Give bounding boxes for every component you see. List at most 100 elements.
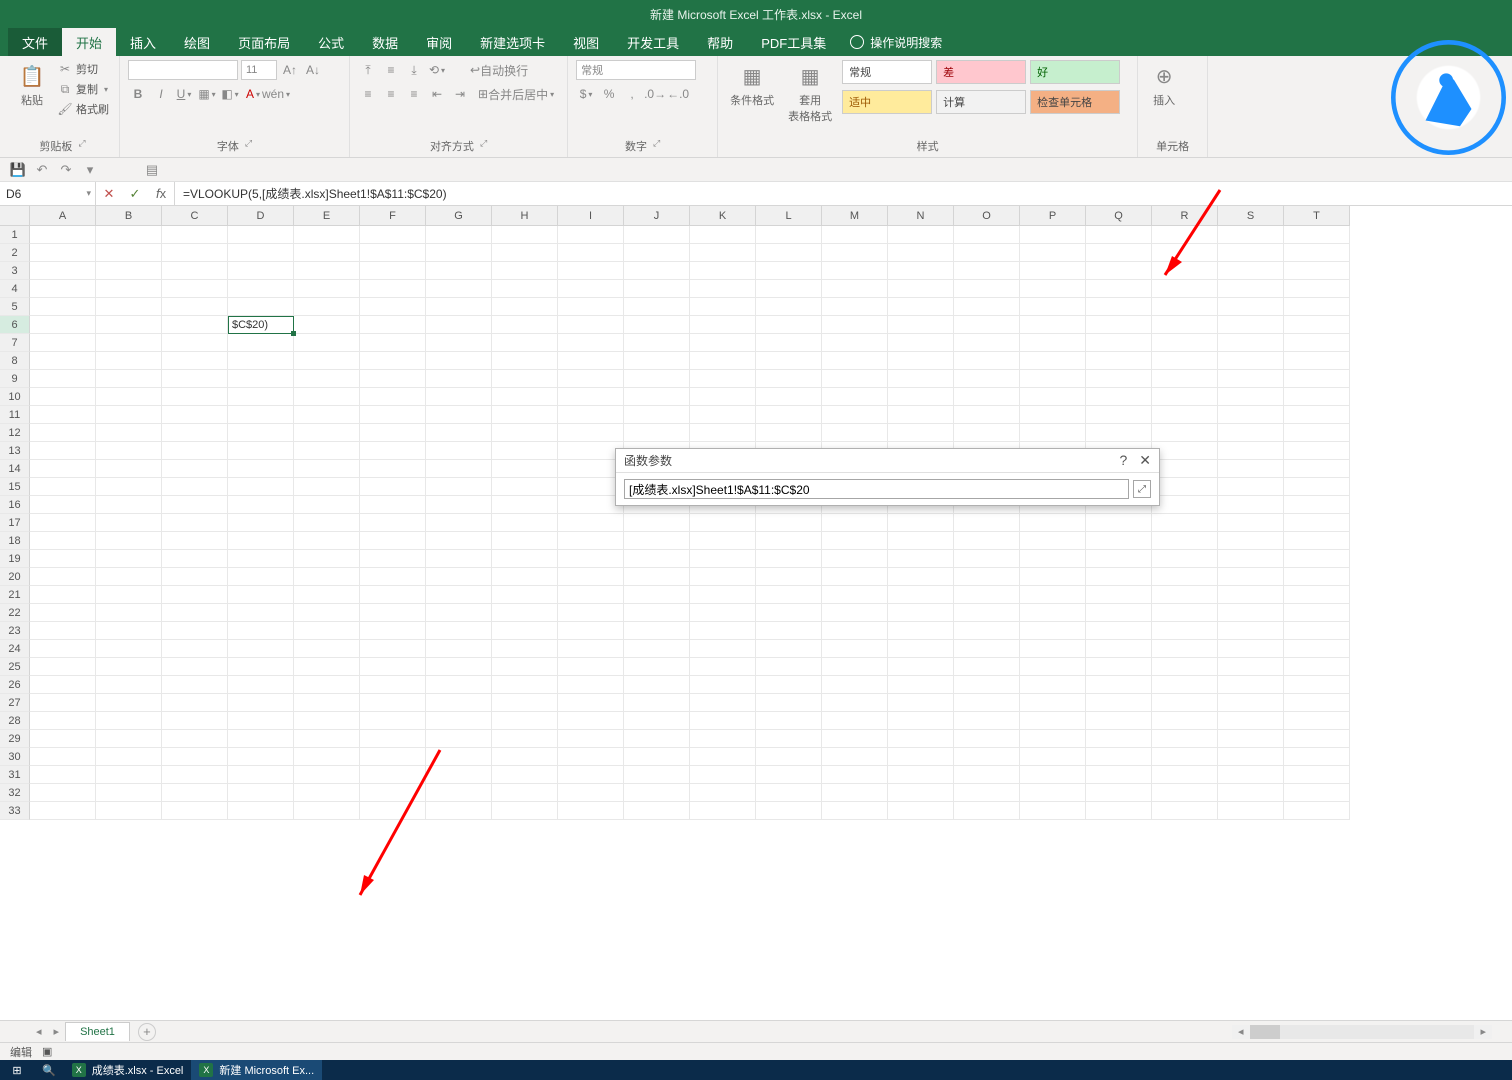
cell-J25[interactable] (624, 658, 690, 676)
cell-F25[interactable] (360, 658, 426, 676)
cell-S4[interactable] (1218, 280, 1284, 298)
row-header-31[interactable]: 31 (0, 766, 30, 784)
cell-E32[interactable] (294, 784, 360, 802)
insert-cells-button[interactable]: ⊕ 插入 (1146, 60, 1182, 110)
cell-L17[interactable] (756, 514, 822, 532)
cell-F4[interactable] (360, 280, 426, 298)
cell-J9[interactable] (624, 370, 690, 388)
cell-R31[interactable] (1152, 766, 1218, 784)
row-header-16[interactable]: 16 (0, 496, 30, 514)
cell-B33[interactable] (96, 802, 162, 820)
tab-review[interactable]: 审阅 (412, 28, 466, 56)
cell-Q19[interactable] (1086, 550, 1152, 568)
cell-H18[interactable] (492, 532, 558, 550)
cell-R15[interactable] (1152, 478, 1218, 496)
cell-C9[interactable] (162, 370, 228, 388)
cell-Q1[interactable] (1086, 226, 1152, 244)
cell-S1[interactable] (1218, 226, 1284, 244)
cell-G33[interactable] (426, 802, 492, 820)
cell-C6[interactable] (162, 316, 228, 334)
cell-Q12[interactable] (1086, 424, 1152, 442)
cell-G5[interactable] (426, 298, 492, 316)
cell-O7[interactable] (954, 334, 1020, 352)
cell-P4[interactable] (1020, 280, 1086, 298)
align-top-button[interactable]: ⤒ (358, 60, 378, 80)
cell-L7[interactable] (756, 334, 822, 352)
cell-K11[interactable] (690, 406, 756, 424)
cell-E27[interactable] (294, 694, 360, 712)
cell-S27[interactable] (1218, 694, 1284, 712)
cell-T18[interactable] (1284, 532, 1350, 550)
cell-R28[interactable] (1152, 712, 1218, 730)
decrease-indent-button[interactable]: ⇤ (427, 84, 447, 104)
italic-button[interactable]: I (151, 84, 171, 104)
align-right-button[interactable]: ≡ (404, 84, 424, 104)
cell-F27[interactable] (360, 694, 426, 712)
cell-E11[interactable] (294, 406, 360, 424)
cell-K9[interactable] (690, 370, 756, 388)
cell-I2[interactable] (558, 244, 624, 262)
cell-N11[interactable] (888, 406, 954, 424)
cell-O10[interactable] (954, 388, 1020, 406)
cell-O30[interactable] (954, 748, 1020, 766)
cell-J6[interactable] (624, 316, 690, 334)
cell-P32[interactable] (1020, 784, 1086, 802)
cell-N8[interactable] (888, 352, 954, 370)
cell-K23[interactable] (690, 622, 756, 640)
cell-S17[interactable] (1218, 514, 1284, 532)
cell-P8[interactable] (1020, 352, 1086, 370)
cell-D23[interactable] (228, 622, 294, 640)
cell-F8[interactable] (360, 352, 426, 370)
cell-E20[interactable] (294, 568, 360, 586)
cell-Q11[interactable] (1086, 406, 1152, 424)
cell-K20[interactable] (690, 568, 756, 586)
cell-F32[interactable] (360, 784, 426, 802)
format-table-button[interactable]: ▦ 套用 表格格式 (784, 60, 836, 126)
cell-P9[interactable] (1020, 370, 1086, 388)
cell-C12[interactable] (162, 424, 228, 442)
cell-S9[interactable] (1218, 370, 1284, 388)
cell-Q6[interactable] (1086, 316, 1152, 334)
cell-P23[interactable] (1020, 622, 1086, 640)
cell-T4[interactable] (1284, 280, 1350, 298)
cell-N30[interactable] (888, 748, 954, 766)
cell-M9[interactable] (822, 370, 888, 388)
cell-P7[interactable] (1020, 334, 1086, 352)
cell-J20[interactable] (624, 568, 690, 586)
cell-P6[interactable] (1020, 316, 1086, 334)
cell-O4[interactable] (954, 280, 1020, 298)
cell-Q17[interactable] (1086, 514, 1152, 532)
cell-F6[interactable] (360, 316, 426, 334)
cell-L5[interactable] (756, 298, 822, 316)
row-header-13[interactable]: 13 (0, 442, 30, 460)
cell-O8[interactable] (954, 352, 1020, 370)
paste-button[interactable]: 📋 粘贴 (14, 60, 50, 110)
cell-S23[interactable] (1218, 622, 1284, 640)
cell-J10[interactable] (624, 388, 690, 406)
cell-I30[interactable] (558, 748, 624, 766)
cell-L2[interactable] (756, 244, 822, 262)
cell-G22[interactable] (426, 604, 492, 622)
cell-A26[interactable] (30, 676, 96, 694)
cell-T16[interactable] (1284, 496, 1350, 514)
cell-M11[interactable] (822, 406, 888, 424)
cell-P31[interactable] (1020, 766, 1086, 784)
cell-R12[interactable] (1152, 424, 1218, 442)
cell-K10[interactable] (690, 388, 756, 406)
cell-C15[interactable] (162, 478, 228, 496)
cell-M32[interactable] (822, 784, 888, 802)
cell-C1[interactable] (162, 226, 228, 244)
cell-K22[interactable] (690, 604, 756, 622)
cell-O20[interactable] (954, 568, 1020, 586)
cell-D20[interactable] (228, 568, 294, 586)
tab-insert[interactable]: 插入 (116, 28, 170, 56)
cell-J19[interactable] (624, 550, 690, 568)
cell-B11[interactable] (96, 406, 162, 424)
cell-Q30[interactable] (1086, 748, 1152, 766)
cell-K12[interactable] (690, 424, 756, 442)
cell-D26[interactable] (228, 676, 294, 694)
cell-D6[interactable]: $C$20) (228, 316, 294, 334)
cell-I24[interactable] (558, 640, 624, 658)
cell-L9[interactable] (756, 370, 822, 388)
cell-T31[interactable] (1284, 766, 1350, 784)
